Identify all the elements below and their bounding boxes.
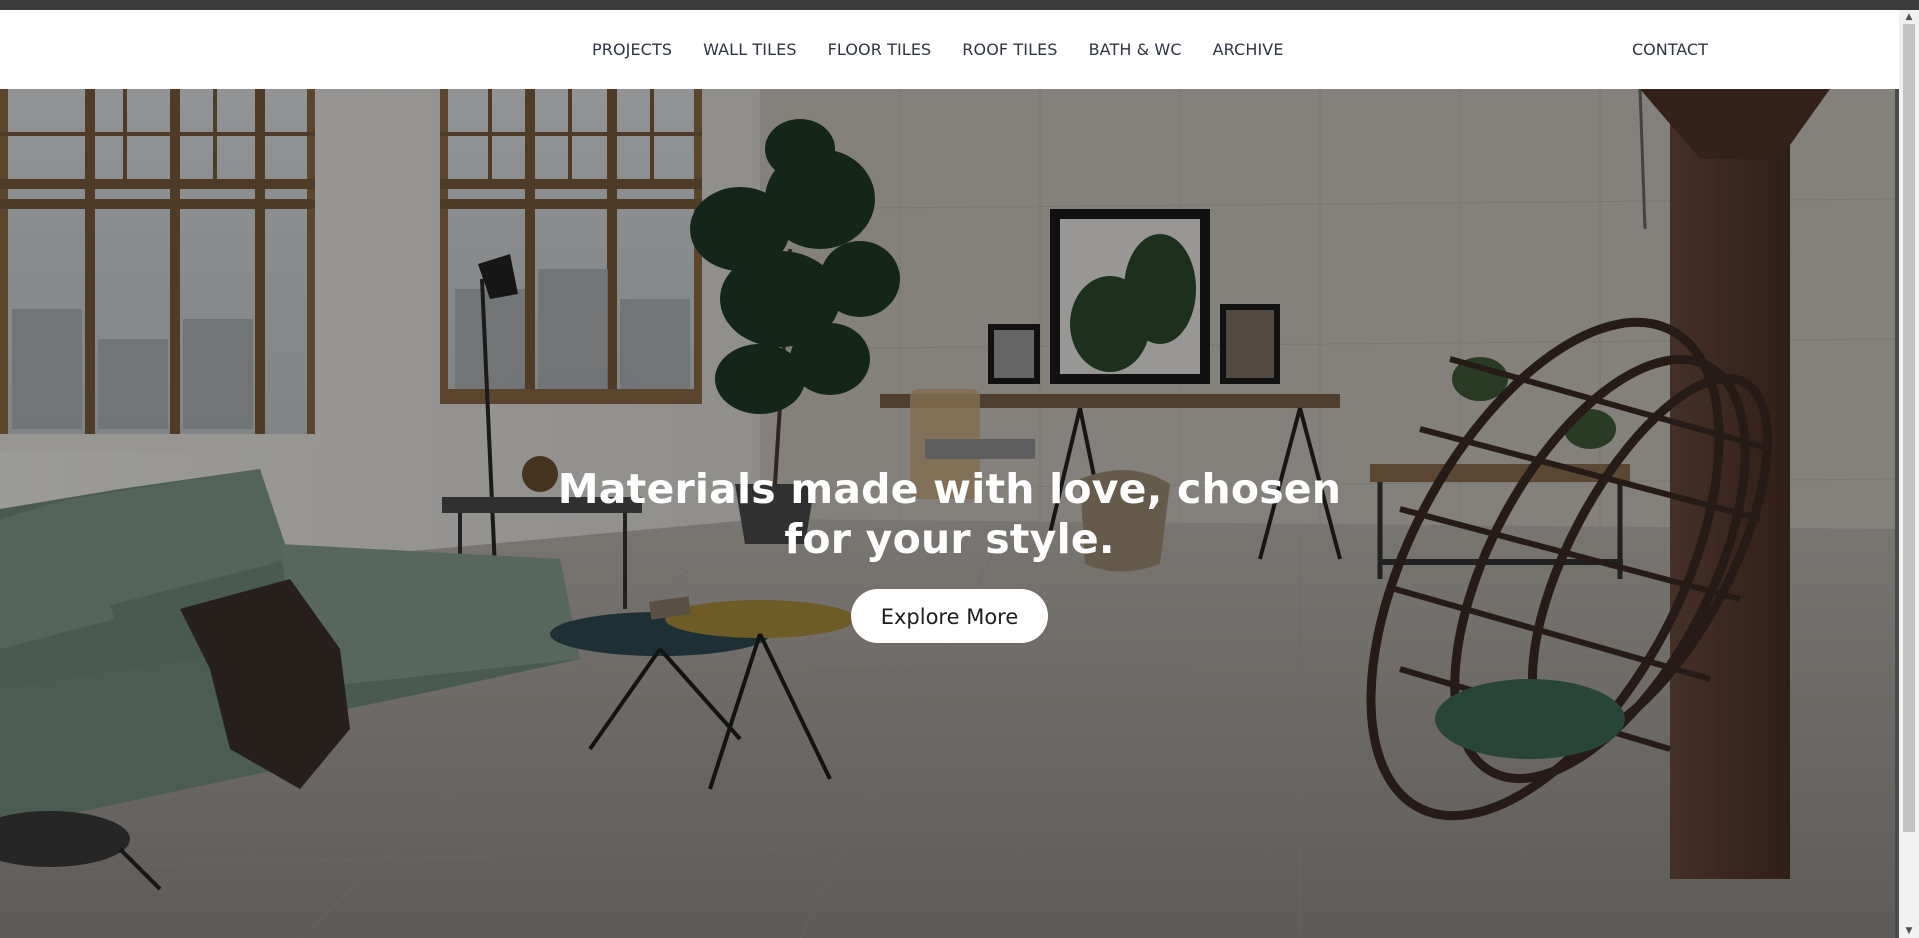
- nav-item-bath-wc[interactable]: BATH & WC: [1089, 40, 1182, 59]
- main-nav: PROJECTS WALL TILES FLOOR TILES ROOF TIL…: [592, 10, 1315, 89]
- browser-top-edge: [0, 0, 1919, 10]
- nav-item-roof-tiles[interactable]: ROOF TILES: [962, 40, 1057, 59]
- scroll-down-arrow-icon[interactable]: ▼: [1899, 924, 1919, 938]
- nav-item-projects[interactable]: PROJECTS: [592, 40, 672, 59]
- vertical-scrollbar[interactable]: ▲ ▼: [1899, 10, 1919, 938]
- explore-more-button[interactable]: Explore More: [851, 589, 1048, 643]
- hero-section: Materials made with love, chosen for you…: [0, 89, 1899, 938]
- nav-item-floor-tiles[interactable]: FLOOR TILES: [828, 40, 932, 59]
- nav-item-wall-tiles[interactable]: WALL TILES: [703, 40, 796, 59]
- hero-headline: Materials made with love, chosen for you…: [557, 465, 1342, 563]
- site-header: PROJECTS WALL TILES FLOOR TILES ROOF TIL…: [0, 10, 1899, 89]
- scroll-up-arrow-icon[interactable]: ▲: [1899, 10, 1919, 24]
- scrollbar-thumb[interactable]: [1903, 24, 1915, 832]
- hero-content: Materials made with love, chosen for you…: [0, 464, 1899, 643]
- page: PROJECTS WALL TILES FLOOR TILES ROOF TIL…: [0, 10, 1899, 938]
- nav-item-archive[interactable]: ARCHIVE: [1213, 40, 1284, 59]
- nav-item-contact[interactable]: CONTACT: [1632, 10, 1708, 89]
